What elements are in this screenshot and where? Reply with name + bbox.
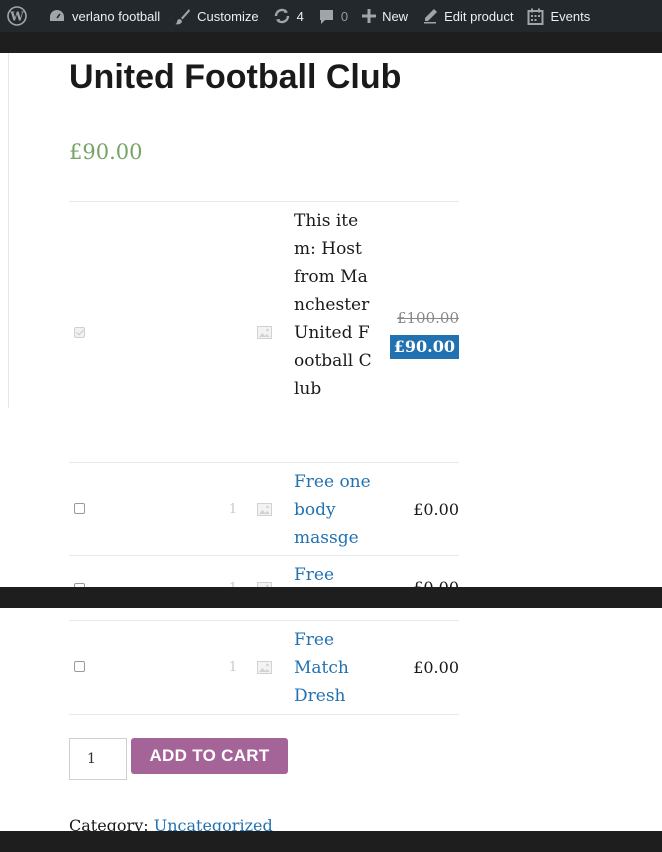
bundle-item-price: £0.00 [413,500,459,519]
comments-menu[interactable]: 0 [311,0,355,32]
image-placeholder-icon [257,326,272,339]
bundle-row: 1 Free one body massge £0.00 [69,462,459,556]
updates-count: 4 [296,8,304,24]
bundle-item-link[interactable]: Free [294,561,372,588]
comments-count: 0 [340,8,349,24]
new-content-menu[interactable]: New [355,0,415,32]
bundle-row: 1 Free Match Dresh £0.00 [69,620,459,715]
calendar-icon [527,8,544,25]
updates-icon [274,8,289,24]
discounted-price: £90.00 [389,335,459,359]
image-placeholder-icon [257,503,272,516]
bundle-item-link[interactable]: Free Match Dresh [294,626,372,710]
bundle-item-checkbox[interactable] [74,503,85,514]
new-label: New [382,8,409,24]
dashboard-icon [50,10,64,21]
edit-product-label: Edit product [444,8,514,24]
events-label: Events [550,8,591,24]
bundle-row-this-item: This item: Host from Manchester United F… [69,201,459,463]
updates-menu[interactable]: 4 [266,0,311,32]
bundle-item-checkbox[interactable] [74,661,85,672]
add-to-cart-button[interactable]: ADD TO CART [131,738,288,774]
site-name-label: verlano football [72,8,161,24]
bundle-row: 1 Free £0.00 [69,555,459,588]
events-menu[interactable]: Events [520,0,597,32]
customize-label: Customize [197,8,259,24]
comment-icon [319,9,333,24]
svg-text:W: W [9,10,24,24]
admin-bar: W verlano football Customize 4 0 New Edi… [0,0,662,32]
dark-divider-bottom [0,831,662,852]
site-name-menu[interactable]: verlano football [41,0,167,32]
sidebar-border [8,53,9,408]
edit-product-menu[interactable]: Edit product [415,0,520,32]
wordpress-logo-icon[interactable]: W [0,0,41,32]
image-placeholder-icon [257,661,272,674]
original-price: £100.00 [396,309,459,327]
this-item-checkbox [74,327,85,338]
pencil-icon [424,9,438,24]
bundle-item-name: This item: Host from Manchester United F… [294,211,372,399]
bundle-item-qty: 1 [228,502,238,517]
bundle-item-qty: 1 [228,660,238,675]
plus-icon [362,9,377,23]
dark-divider-top [0,32,662,53]
product-price: £90.00 [69,140,143,164]
product-title: United Football Club [69,58,402,96]
dark-divider-middle [0,587,662,608]
quantity-input[interactable] [69,738,127,780]
paintbrush-icon [175,8,191,24]
bundle-item-price: £0.00 [413,658,459,677]
bundle-item-link[interactable]: Free one body massge [294,468,372,552]
customize-menu[interactable]: Customize [167,0,265,32]
